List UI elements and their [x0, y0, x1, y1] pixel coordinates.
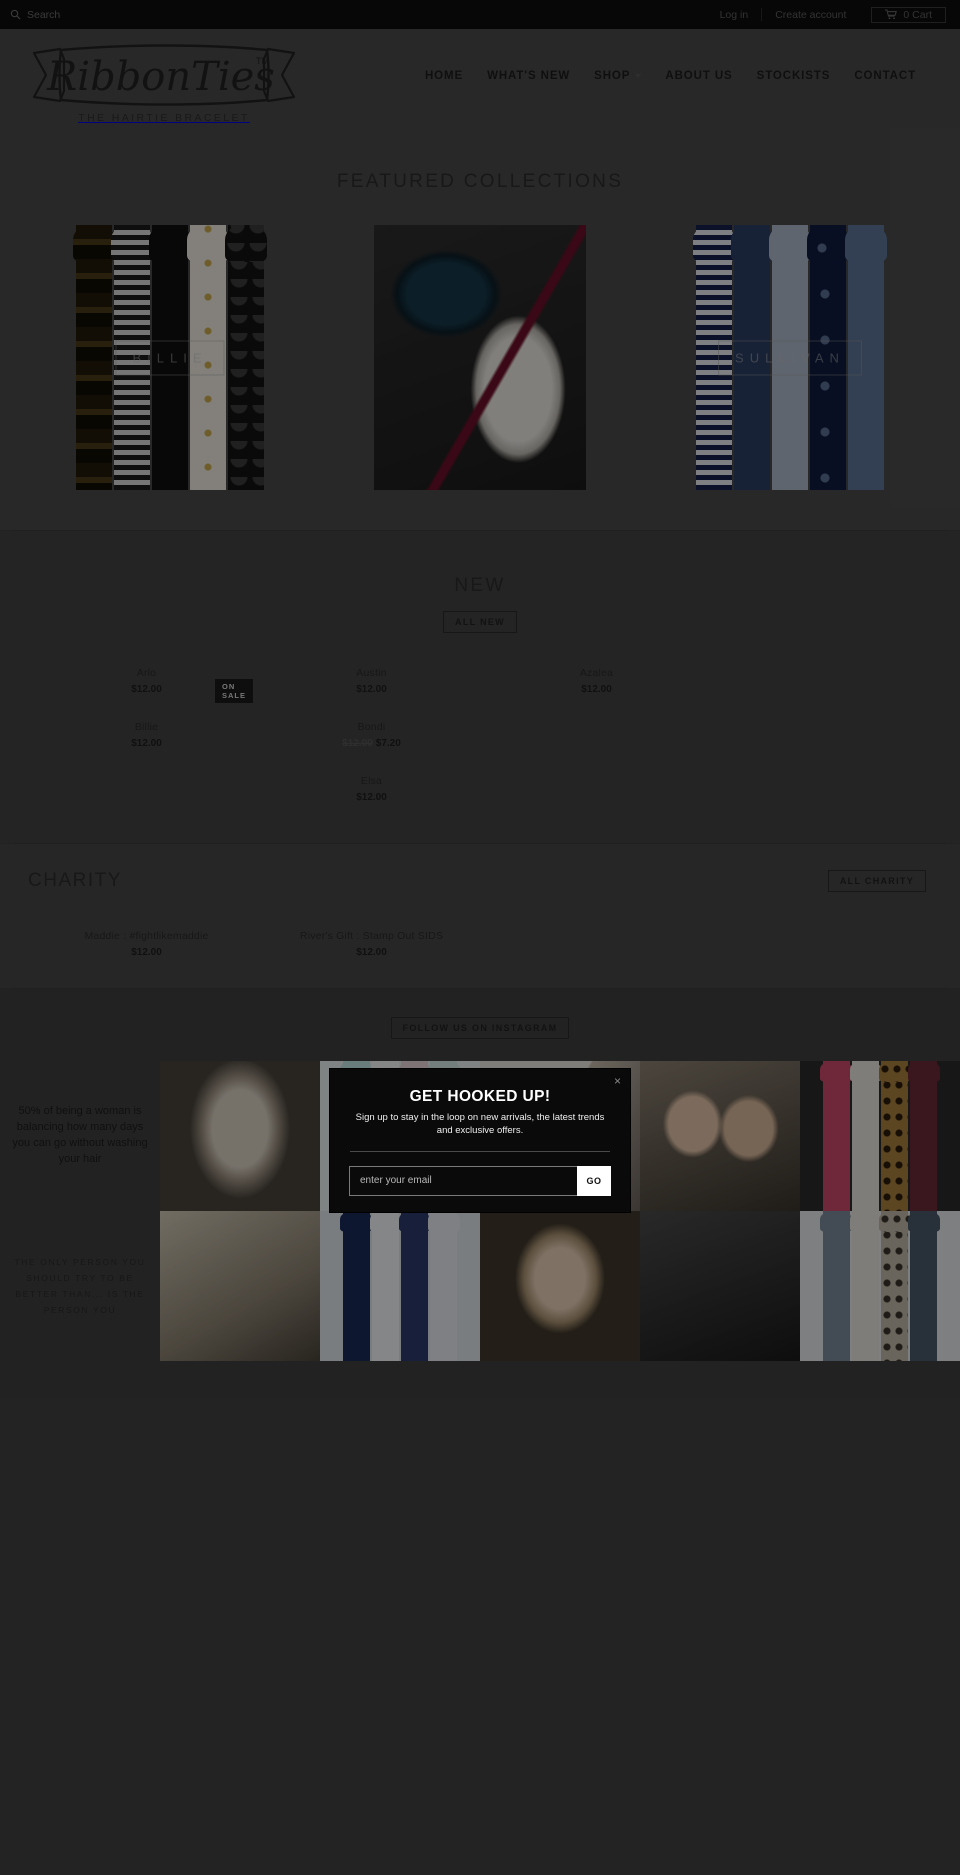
product-card[interactable]: Azalea $12.00 [484, 655, 709, 695]
svg-text:RibbonTies: RibbonTies [46, 54, 275, 100]
charity-section: CHARITY ALL CHARITY Maddie : #fightlikem… [0, 844, 960, 988]
nav-item-stockists[interactable]: STOCKISTS [745, 70, 843, 82]
svg-text:TM: TM [256, 56, 269, 66]
main-navigation: HOME WHAT'S NEW SHOP ABOUT US STOCKISTS … [413, 70, 928, 86]
product-price: $12.00 [356, 792, 387, 803]
product-name: Azalea [579, 667, 614, 679]
ribbon-banner-icon: RibbonTies TM [32, 43, 296, 106]
product-card[interactable]: ON SALE Bondi $12.00$7.20 [215, 679, 484, 749]
modal-subtitle: Sign up to stay in the loop on new arriv… [355, 1112, 605, 1137]
featured-collections-section: FEATURED COLLECTIONS BILLIE SULLIVAN [0, 127, 960, 530]
nav-label: CONTACT [854, 70, 916, 82]
instagram-quote-cell[interactable]: THE ONLY PERSON YOU SHOULD TRY TO BE BET… [0, 1211, 160, 1361]
product-name: Arlo [136, 667, 157, 679]
product-card[interactable] [484, 709, 709, 749]
instagram-photo-cell[interactable] [160, 1061, 320, 1211]
nav-label: HOME [424, 70, 464, 82]
nav-label: ABOUT US [665, 70, 733, 82]
collection-label: BILLIE [115, 340, 225, 375]
product-price: $12.00 $7.20 [259, 738, 484, 749]
logo-tagline: THE HAIRTIE BRACELET [78, 111, 250, 124]
product-price: $12.00 [131, 947, 162, 958]
modal-title: GET HOOKED UP! [409, 1088, 551, 1105]
collection-image [374, 225, 586, 490]
utility-bar: Log in Create account 0 Cart [0, 0, 960, 29]
product-card[interactable]: Maddie : #fightlikemaddie $12.00 [34, 918, 259, 958]
utility-bar-right: Log in Create account 0 Cart [707, 6, 946, 23]
product-card[interactable]: River's Gift : Stamp Out SIDS $12.00 [259, 918, 484, 958]
featured-card-lifestyle[interactable] [374, 225, 586, 490]
instagram-photo-cell[interactable] [160, 1211, 320, 1361]
new-title: NEW [454, 575, 506, 596]
charity-header: CHARITY ALL CHARITY [0, 870, 960, 892]
instagram-photo-cell[interactable] [480, 1211, 640, 1361]
login-link[interactable]: Log in [707, 8, 762, 22]
cart-count-label: 0 Cart [903, 8, 932, 21]
featured-card-billie[interactable]: BILLIE [64, 225, 276, 490]
create-account-link[interactable]: Create account [762, 8, 859, 22]
site-logo[interactable]: RibbonTies TM THE HAIRTIE BRACELET [28, 33, 300, 124]
collection-label: SULLIVAN [718, 340, 862, 375]
product-price: $12.00 [356, 947, 387, 958]
nav-item-whats-new[interactable]: WHAT'S NEW [475, 70, 582, 82]
nav-label: SHOP [594, 70, 631, 82]
search-input[interactable] [27, 8, 147, 21]
all-charity-button[interactable]: ALL CHARITY [827, 870, 926, 892]
instagram-photo-cell[interactable] [800, 1061, 960, 1211]
search-box[interactable] [10, 8, 147, 21]
cart-icon [885, 9, 898, 20]
product-name: Billie [134, 721, 159, 733]
instagram-photo-cell[interactable] [640, 1061, 800, 1211]
newsletter-submit-button[interactable]: GO [577, 1165, 611, 1196]
instagram-photo-cell[interactable] [640, 1211, 800, 1361]
product-price: $12.00 [581, 684, 612, 695]
charity-title: CHARITY [28, 870, 122, 891]
modal-divider [350, 1150, 610, 1152]
product-card[interactable]: Billie $12.00 [34, 709, 259, 749]
cart-button[interactable]: 0 Cart [871, 6, 946, 23]
new-products-grid: Arlo $12.00 Austin $12.00 Azalea $12.00 … [0, 633, 960, 817]
featured-collections-grid: BILLIE SULLIVAN [28, 193, 932, 530]
product-name: Austin [356, 667, 387, 679]
site-header: RibbonTies TM THE HAIRTIE BRACELET HOME … [0, 29, 960, 127]
nav-item-shop[interactable]: SHOP [582, 70, 653, 82]
nav-item-contact[interactable]: CONTACT [842, 70, 928, 82]
new-products-section: NEW ALL NEW Arlo $12.00 Austin $12.00 Az… [0, 531, 960, 843]
nav-label: STOCKISTS [756, 70, 831, 82]
email-field[interactable] [349, 1165, 577, 1196]
instagram-photo-cell[interactable] [800, 1211, 960, 1361]
instagram-photo-cell[interactable] [320, 1211, 480, 1361]
page-root: Log in Create account 0 Cart [0, 0, 960, 1361]
instagram-quote-cell[interactable]: 50% of being a woman is balancing how ma… [0, 1061, 160, 1211]
follow-instagram-button[interactable]: FOLLOW US ON INSTAGRAM [390, 1017, 570, 1039]
nav-item-home[interactable]: HOME [413, 70, 475, 82]
charity-products-grid: Maddie : #fightlikemaddie $12.00 River's… [0, 892, 960, 958]
close-icon[interactable]: × [614, 1075, 621, 1087]
product-name: Maddie : #fightlikemaddie [84, 930, 209, 942]
product-name: Elsa [360, 775, 383, 787]
nav-item-about-us[interactable]: ABOUT US [653, 70, 744, 82]
product-card[interactable]: Elsa $12.00 [259, 763, 484, 803]
product-card[interactable] [34, 763, 259, 803]
product-compare-price: $12.00 [342, 738, 373, 749]
featured-title: FEATURED COLLECTIONS [336, 171, 624, 192]
chevron-down-icon [635, 74, 642, 78]
search-icon [10, 9, 21, 20]
product-price: $12.00 [131, 738, 162, 749]
newsletter-form: GO [348, 1165, 612, 1196]
nav-label: WHAT'S NEW [487, 70, 571, 82]
all-new-button[interactable]: ALL NEW [443, 611, 517, 633]
newsletter-modal: × GET HOOKED UP! Sign up to stay in the … [330, 1069, 630, 1212]
utility-bar-left [10, 8, 147, 21]
product-sale-price: $7.20 [375, 738, 401, 749]
product-price: $12.00 [356, 684, 387, 695]
product-name: Bondi [357, 721, 386, 733]
featured-card-sullivan[interactable]: SULLIVAN [684, 225, 896, 490]
product-card[interactable]: Austin $12.00 [259, 655, 484, 695]
product-name: River's Gift : Stamp Out SIDS [299, 930, 444, 942]
